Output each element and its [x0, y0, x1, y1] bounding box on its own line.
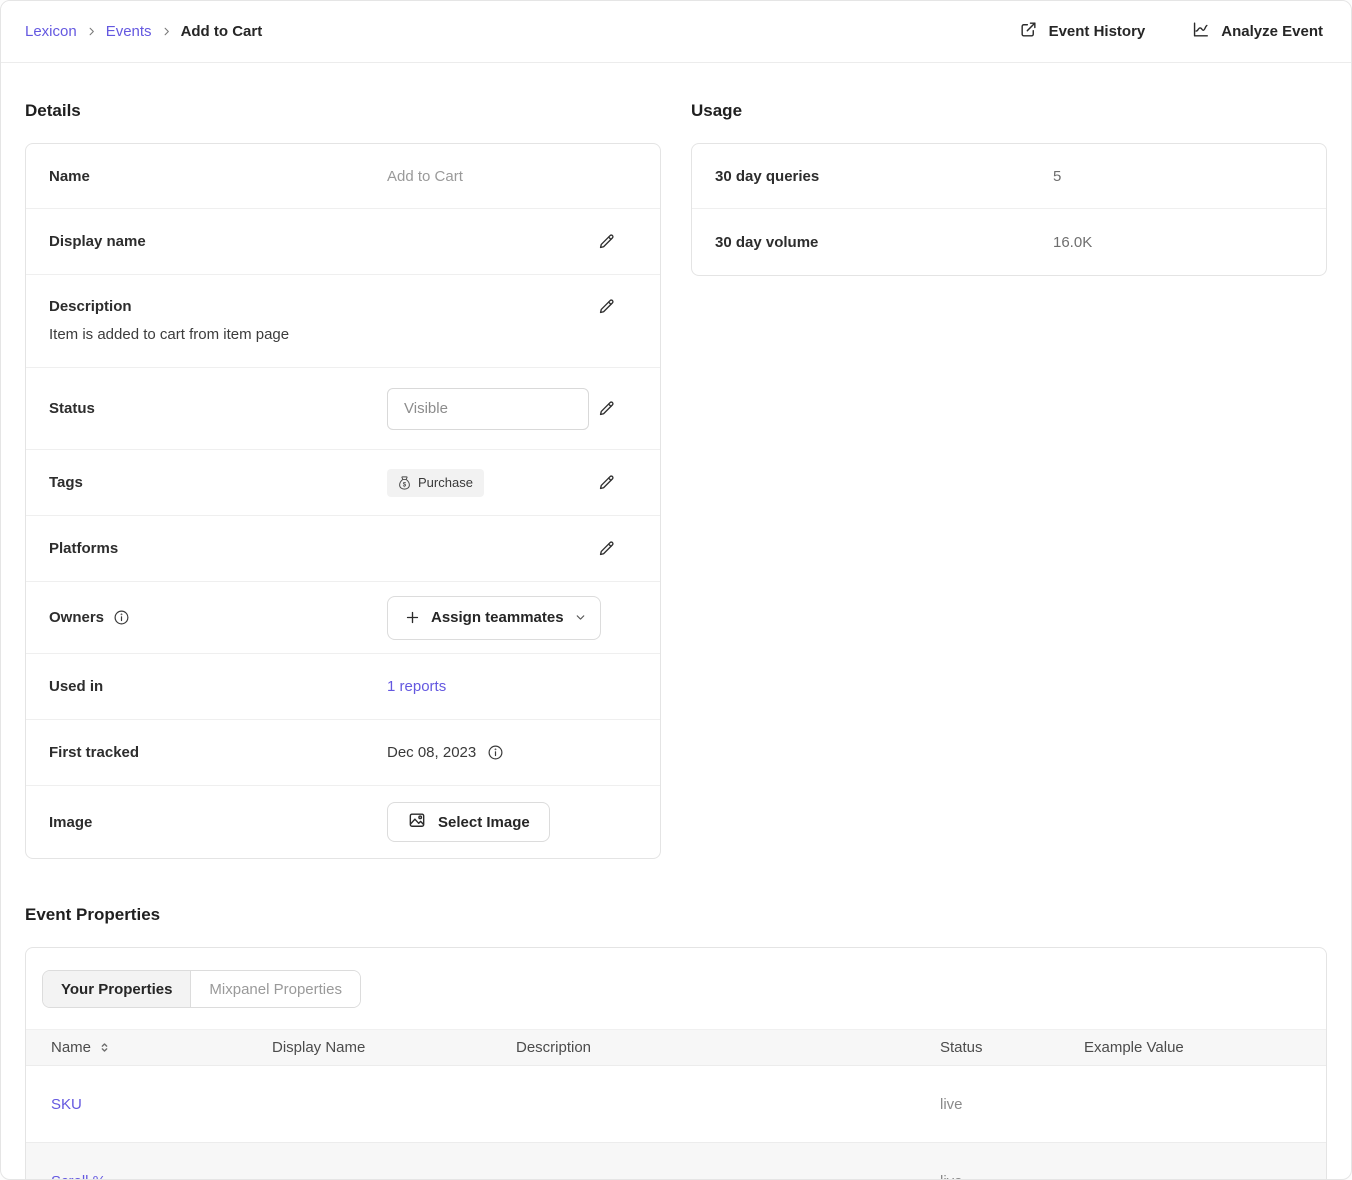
tab-your-properties[interactable]: Your Properties	[43, 971, 191, 1007]
external-link-icon	[1019, 20, 1038, 43]
tag-label: Purchase	[418, 475, 473, 490]
detail-row-name: Name Add to Cart	[26, 144, 660, 209]
first-tracked-value: Dec 08, 2023	[387, 744, 476, 761]
tags-label: Tags	[49, 474, 387, 491]
sort-icon[interactable]	[98, 1041, 111, 1054]
select-image-label: Select Image	[438, 814, 530, 831]
edit-pencil-icon[interactable]	[597, 297, 616, 316]
edit-pencil-icon[interactable]	[597, 539, 616, 558]
edit-pencil-icon[interactable]	[597, 399, 616, 418]
breadcrumb-events[interactable]: Events	[106, 23, 152, 40]
property-link-scroll[interactable]: Scroll %	[51, 1173, 106, 1180]
detail-row-display-name: Display name	[26, 209, 660, 275]
column-header-example-value: Example Value	[1084, 1039, 1326, 1056]
event-properties-title: Event Properties	[25, 905, 1327, 925]
event-properties-section: Event Properties Your Properties Mixpane…	[25, 905, 1327, 1180]
breadcrumb-lexicon[interactable]: Lexicon	[25, 23, 77, 40]
breadcrumb: Lexicon Events Add to Cart	[25, 23, 262, 40]
event-properties-card: Your Properties Mixpanel Properties Name…	[25, 947, 1327, 1180]
usage-section: Usage 30 day queries 5 30 day volume 16.…	[691, 101, 1327, 859]
owners-label: Owners	[49, 609, 104, 626]
lexicon-event-detail-page: Lexicon Events Add to Cart Event History	[0, 0, 1352, 1180]
analyze-event-label: Analyze Event	[1221, 23, 1323, 40]
detail-row-description: Description Item is added to cart from i…	[26, 275, 660, 368]
volume-label: 30 day volume	[715, 234, 1053, 251]
detail-row-first-tracked: First tracked Dec 08, 2023	[26, 720, 660, 786]
breadcrumb-current-event: Add to Cart	[181, 23, 263, 40]
volume-value: 16.0K	[1053, 234, 1326, 251]
plus-icon	[404, 609, 421, 626]
used-in-reports-link[interactable]: 1 reports	[387, 678, 446, 695]
info-icon[interactable]	[487, 744, 504, 761]
detail-row-owners: Owners Assign teammates	[26, 582, 660, 654]
detail-row-status: Status Visible	[26, 368, 660, 450]
image-icon	[407, 810, 427, 834]
detail-row-used-in: Used in 1 reports	[26, 654, 660, 720]
chevron-down-icon	[574, 611, 587, 624]
property-status: live	[940, 1173, 1084, 1180]
queries-label: 30 day queries	[715, 168, 1053, 185]
column-header-name[interactable]: Name	[26, 1039, 272, 1056]
chevron-right-icon	[86, 26, 97, 37]
table-row[interactable]: Scroll % live	[26, 1143, 1326, 1180]
chevron-right-icon	[161, 26, 172, 37]
detail-row-image: Image Select Image	[26, 786, 660, 858]
properties-tabs: Your Properties Mixpanel Properties	[42, 970, 361, 1008]
properties-table-header: Name Display Name Description Status Exa…	[26, 1029, 1326, 1066]
money-bag-icon: $	[398, 475, 411, 491]
name-column-label: Name	[51, 1039, 91, 1056]
detail-row-platforms: Platforms	[26, 516, 660, 582]
table-row[interactable]: SKU live	[26, 1066, 1326, 1143]
edit-pencil-icon[interactable]	[597, 232, 616, 251]
top-bar: Lexicon Events Add to Cart Event History	[1, 1, 1351, 63]
detail-row-tags: Tags $ Purchase	[26, 450, 660, 516]
status-label: Status	[49, 400, 387, 417]
image-label: Image	[49, 814, 387, 831]
description-value: Item is added to cart from item page	[49, 326, 660, 343]
first-tracked-label: First tracked	[49, 744, 387, 761]
name-label: Name	[49, 168, 387, 185]
details-section: Details Name Add to Cart Display name	[25, 101, 661, 859]
used-in-label: Used in	[49, 678, 387, 695]
queries-value: 5	[1053, 168, 1326, 185]
main-content: Details Name Add to Cart Display name	[1, 63, 1351, 1180]
column-header-status: Status	[940, 1039, 1084, 1056]
display-name-label: Display name	[49, 233, 387, 250]
event-history-label: Event History	[1049, 23, 1146, 40]
select-image-button[interactable]: Select Image	[387, 802, 550, 842]
tag-chip-purchase[interactable]: $ Purchase	[387, 469, 484, 497]
details-title: Details	[25, 101, 661, 121]
usage-card: 30 day queries 5 30 day volume 16.0K	[691, 143, 1327, 276]
assign-teammates-label: Assign teammates	[431, 609, 564, 626]
name-value: Add to Cart	[387, 168, 660, 185]
event-history-button[interactable]: Event History	[1019, 20, 1146, 43]
tab-mixpanel-properties[interactable]: Mixpanel Properties	[191, 971, 360, 1007]
details-card: Name Add to Cart Display name Descriptio…	[25, 143, 661, 859]
assign-teammates-button[interactable]: Assign teammates	[387, 596, 601, 640]
column-header-description: Description	[516, 1039, 940, 1056]
usage-row-queries: 30 day queries 5	[692, 144, 1326, 209]
top-bar-actions: Event History Analyze Event	[1019, 20, 1323, 43]
usage-title: Usage	[691, 101, 1327, 121]
info-icon[interactable]	[113, 609, 130, 626]
property-link-sku[interactable]: SKU	[51, 1096, 82, 1113]
platforms-label: Platforms	[49, 540, 387, 557]
status-select[interactable]: Visible	[387, 388, 589, 430]
svg-text:$: $	[403, 481, 407, 488]
properties-table: Name Display Name Description Status Exa…	[26, 1029, 1326, 1180]
usage-row-volume: 30 day volume 16.0K	[692, 209, 1326, 275]
column-header-display-name: Display Name	[272, 1039, 516, 1056]
property-status: live	[940, 1096, 1084, 1113]
analyze-event-button[interactable]: Analyze Event	[1191, 20, 1323, 43]
line-chart-icon	[1191, 20, 1210, 43]
edit-pencil-icon[interactable]	[597, 473, 616, 492]
description-label: Description	[49, 298, 597, 315]
